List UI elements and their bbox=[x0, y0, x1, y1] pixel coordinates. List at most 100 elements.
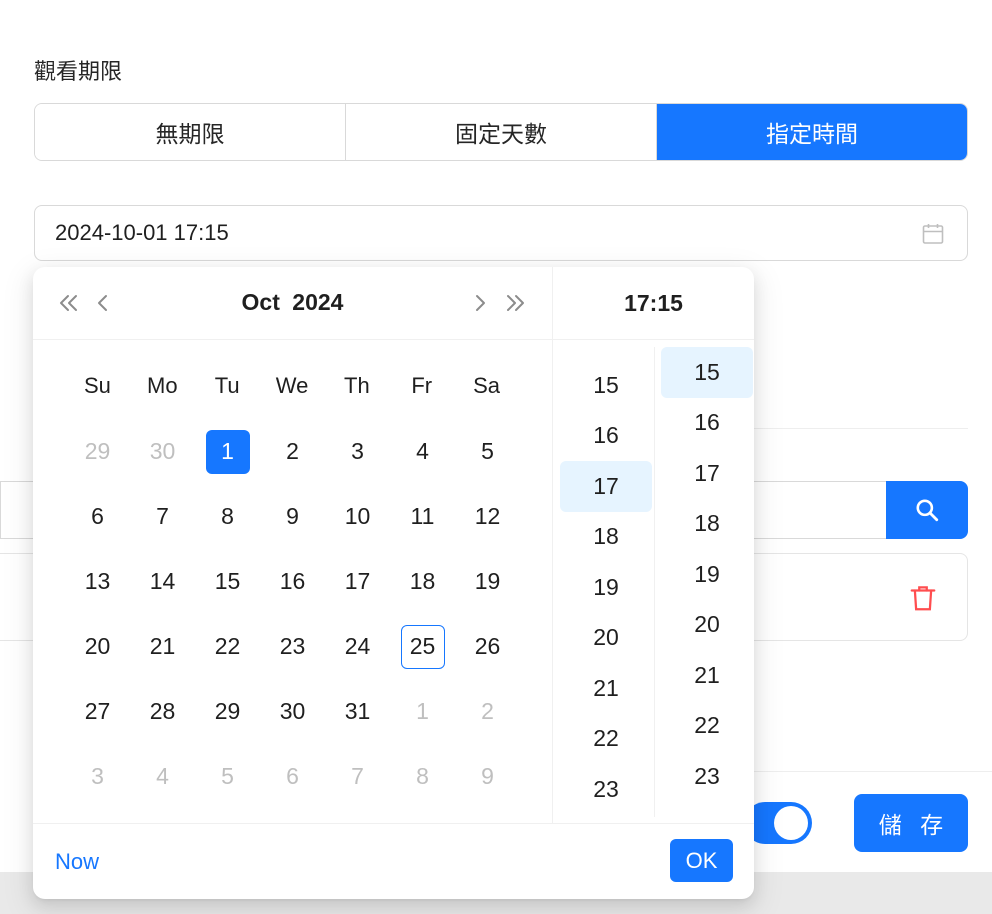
minute-option[interactable]: 21 bbox=[661, 650, 753, 701]
day-cell[interactable]: 9 bbox=[260, 484, 325, 549]
viewing-period-label: 觀看期限 bbox=[34, 59, 123, 84]
day-cell[interactable]: 31 bbox=[325, 679, 390, 744]
day-cell[interactable]: 9 bbox=[455, 744, 520, 809]
day-cell[interactable]: 14 bbox=[130, 549, 195, 614]
minute-option[interactable]: 18 bbox=[661, 499, 753, 550]
day-cell[interactable]: 20 bbox=[65, 614, 130, 679]
day-cell[interactable]: 21 bbox=[130, 614, 195, 679]
day-cell[interactable]: 24 bbox=[325, 614, 390, 679]
day-number: 1 bbox=[416, 698, 429, 724]
trash-icon[interactable] bbox=[908, 583, 938, 613]
day-cell[interactable]: 1 bbox=[195, 419, 260, 484]
hour-option[interactable]: 18 bbox=[560, 512, 652, 563]
datetime-picker-popup: Oct 2024 17:15 Su Mo Tu We Th Fr Sa 29 30… bbox=[33, 267, 754, 899]
day-cell[interactable]: 22 bbox=[195, 614, 260, 679]
day-cell[interactable]: 3 bbox=[65, 744, 130, 809]
hour-option[interactable]: 22 bbox=[560, 714, 652, 765]
day-cell[interactable]: 29 bbox=[195, 679, 260, 744]
ok-button[interactable]: OK bbox=[670, 839, 733, 882]
weekday-label: Mo bbox=[147, 373, 178, 398]
minute-option[interactable]: 23 bbox=[661, 751, 753, 802]
day-number: 9 bbox=[481, 763, 494, 789]
day-number: 2 bbox=[286, 438, 299, 464]
hour-option[interactable]: 19 bbox=[560, 562, 652, 613]
divider bbox=[754, 428, 968, 429]
day-number: 7 bbox=[351, 763, 364, 789]
day-cell[interactable]: 23 bbox=[260, 614, 325, 679]
next-month-button[interactable] bbox=[470, 289, 490, 317]
day-number: 17 bbox=[344, 568, 371, 594]
day-cell[interactable]: 2 bbox=[455, 679, 520, 744]
day-number: 23 bbox=[279, 633, 306, 659]
day-cell[interactable]: 4 bbox=[130, 744, 195, 809]
day-cell[interactable]: 13 bbox=[65, 549, 130, 614]
day-cell[interactable]: 7 bbox=[325, 744, 390, 809]
day-cell[interactable]: 29 bbox=[65, 419, 130, 484]
day-number: 20 bbox=[84, 633, 111, 659]
weekday-label: We bbox=[275, 373, 309, 398]
day-cell[interactable]: 4 bbox=[390, 419, 455, 484]
search-button[interactable] bbox=[886, 481, 968, 539]
day-cell[interactable]: 11 bbox=[390, 484, 455, 549]
day-number: 8 bbox=[221, 503, 234, 529]
minute-option[interactable]: 20 bbox=[661, 600, 753, 651]
save-button[interactable]: 儲 存 bbox=[854, 794, 968, 852]
day-cell[interactable]: 8 bbox=[195, 484, 260, 549]
day-cell[interactable]: 12 bbox=[455, 484, 520, 549]
minute-option[interactable]: 22 bbox=[661, 701, 753, 752]
day-number: 24 bbox=[344, 633, 371, 659]
hour-option[interactable]: 23 bbox=[560, 764, 652, 815]
day-cell[interactable]: 10 bbox=[325, 484, 390, 549]
segment-specific-time[interactable]: 指定時間 bbox=[657, 104, 967, 160]
segment-fixed-days[interactable]: 固定天數 bbox=[346, 104, 657, 160]
day-cell[interactable]: 17 bbox=[325, 549, 390, 614]
datetime-input[interactable]: 2024-10-01 17:15 bbox=[34, 205, 968, 261]
day-cell[interactable]: 18 bbox=[390, 549, 455, 614]
day-cell[interactable]: 3 bbox=[325, 419, 390, 484]
segment-unlimited[interactable]: 無期限 bbox=[35, 104, 346, 160]
minute-option[interactable]: 15 bbox=[661, 347, 753, 398]
day-cell[interactable]: 2 bbox=[260, 419, 325, 484]
weekday-label: Sa bbox=[473, 373, 501, 398]
viewing-period-selector: 無期限 固定天數 指定時間 bbox=[34, 103, 968, 161]
day-cell[interactable]: 7 bbox=[130, 484, 195, 549]
next-year-button[interactable] bbox=[501, 289, 529, 317]
day-cell[interactable]: 15 bbox=[195, 549, 260, 614]
day-cell[interactable]: 25 bbox=[390, 614, 455, 679]
calendar-icon[interactable] bbox=[921, 222, 945, 246]
day-cell[interactable]: 28 bbox=[130, 679, 195, 744]
day-cell[interactable]: 6 bbox=[65, 484, 130, 549]
day-cell[interactable]: 30 bbox=[260, 679, 325, 744]
day-number: 18 bbox=[409, 568, 436, 594]
day-cell[interactable]: 30 bbox=[130, 419, 195, 484]
day-cell[interactable]: 8 bbox=[390, 744, 455, 809]
day-number: 31 bbox=[344, 698, 371, 724]
minute-option[interactable]: 17 bbox=[661, 448, 753, 499]
hour-option[interactable]: 15 bbox=[560, 360, 652, 411]
minute-option[interactable]: 19 bbox=[661, 549, 753, 600]
now-button[interactable]: Now bbox=[55, 849, 99, 875]
day-cell[interactable]: 5 bbox=[455, 419, 520, 484]
weekday-label: Fr bbox=[411, 373, 433, 398]
day-cell[interactable]: 16 bbox=[260, 549, 325, 614]
month-button[interactable]: Oct bbox=[242, 289, 280, 315]
day-number: 16 bbox=[279, 568, 306, 594]
picker-footer-divider bbox=[33, 823, 754, 824]
hour-option[interactable]: 16 bbox=[560, 411, 652, 462]
day-number: 19 bbox=[474, 568, 501, 594]
hour-option[interactable]: 21 bbox=[560, 663, 652, 714]
minute-column: 15 16 17 18 19 20 21 22 23 bbox=[661, 347, 753, 802]
day-cell[interactable]: 1 bbox=[390, 679, 455, 744]
minute-option[interactable]: 16 bbox=[661, 398, 753, 449]
year-button[interactable]: 2024 bbox=[292, 289, 343, 315]
hour-option[interactable]: 20 bbox=[560, 613, 652, 664]
publish-toggle[interactable] bbox=[744, 802, 812, 844]
day-cell[interactable]: 6 bbox=[260, 744, 325, 809]
day-number: 3 bbox=[91, 763, 104, 789]
hour-option[interactable]: 17 bbox=[560, 461, 652, 512]
day-number: 26 bbox=[474, 633, 501, 659]
day-cell[interactable]: 27 bbox=[65, 679, 130, 744]
day-cell[interactable]: 26 bbox=[455, 614, 520, 679]
day-cell[interactable]: 5 bbox=[195, 744, 260, 809]
day-cell[interactable]: 19 bbox=[455, 549, 520, 614]
